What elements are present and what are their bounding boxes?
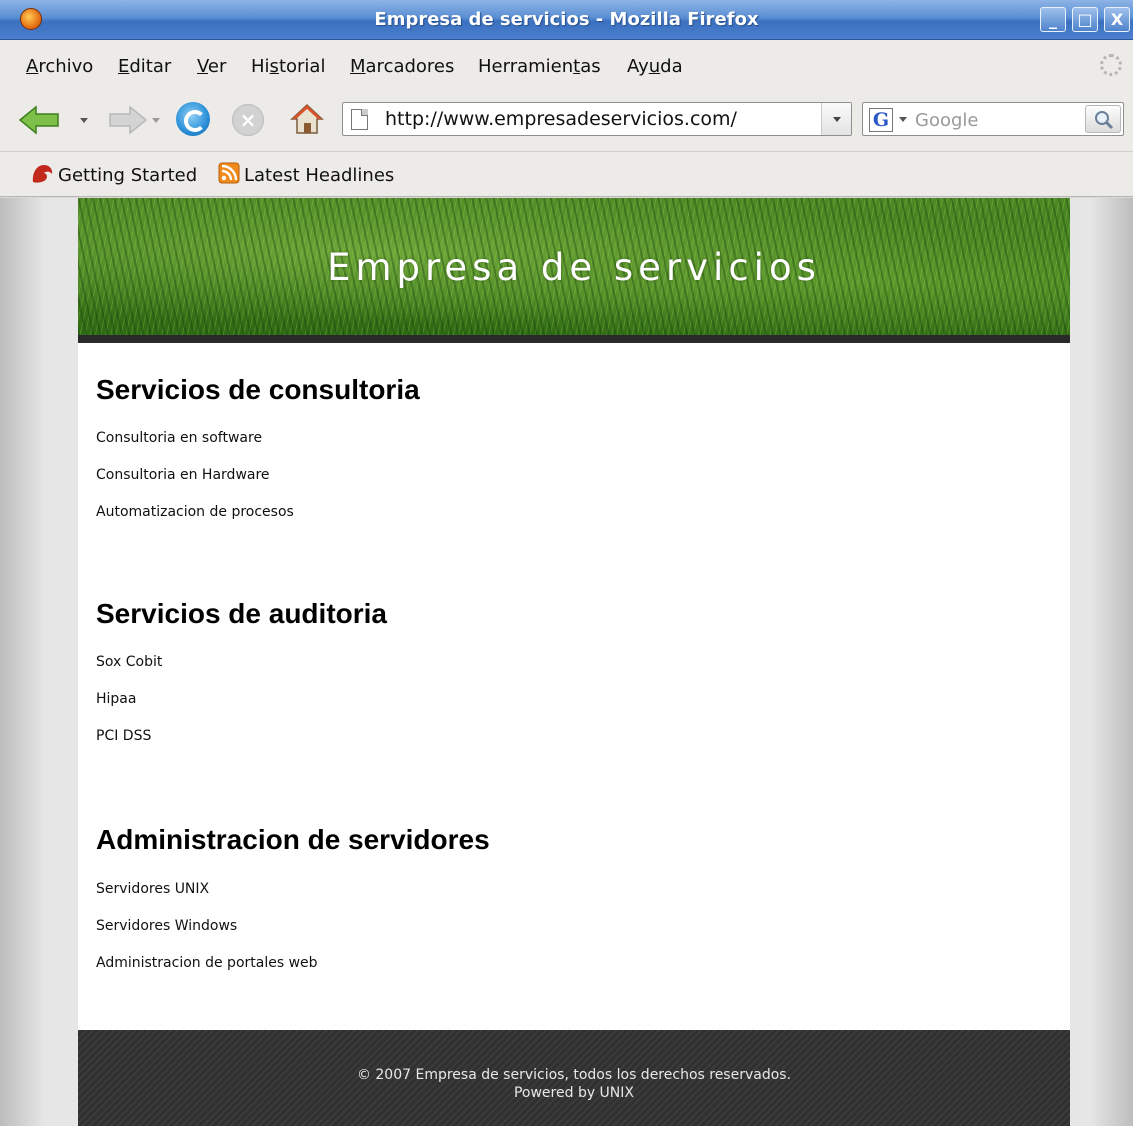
firefox-bookmark-icon [32,165,53,183]
service-item[interactable]: Servidores UNIX [96,881,209,897]
activity-throbber-icon [1100,54,1122,76]
menu-label: torial [278,56,326,77]
footer-powered-by: Powered by UNIX [513,1085,635,1101]
service-item[interactable]: Hipaa [96,691,136,707]
menu-label: Hi [251,56,270,77]
menu-label: as [580,56,601,77]
web-page: Empresa de servicios Servicios de consul… [78,198,1070,1126]
menu-accel: s [269,56,279,77]
engine-dropdown-icon[interactable] [899,117,907,122]
menu-marcadores[interactable]: Marcadores [350,56,454,77]
google-icon[interactable]: G [869,108,893,132]
bookmark-label: Getting Started [58,165,198,186]
search-bar[interactable]: G [862,102,1124,136]
menu-label: arcadores [365,56,455,77]
menu-archivo[interactable]: Archivo [26,56,93,77]
site-footer: © 2007 Empresa de servicios, todos los d… [78,1030,1070,1126]
url-bar[interactable]: http://www.empresadeservicios.com/ [342,102,852,136]
site-title: Empresa de servicios [327,246,821,289]
window-title: Empresa de servicios - Mozilla Firefox [374,9,759,30]
minimize-button[interactable]: _ [1040,7,1066,32]
service-item[interactable]: Consultoria en Hardware [96,467,270,483]
url-history-dropdown[interactable] [821,103,851,135]
service-item[interactable]: Automatizacion de procesos [96,504,294,520]
service-item[interactable]: PCI DSS [96,728,151,744]
reload-icon[interactable] [176,102,210,136]
section-heading: Administracion de servidores [96,824,490,855]
search-input[interactable] [915,108,1075,132]
menu-label: ditar [129,56,172,77]
forward-history-dropdown[interactable] [152,118,160,123]
service-item[interactable]: Consultoria en software [96,430,262,446]
close-button[interactable]: X [1104,7,1130,32]
section-auditoria: Servicios de auditoria Sox Cobit Hipaa P… [96,598,387,744]
menu-accel: M [350,56,366,77]
url-text[interactable]: http://www.empresadeservicios.com/ [385,108,737,130]
bookmark-latest-headlines[interactable]: Latest Headlines [218,162,394,186]
page-icon [351,109,368,130]
menu-accel: V [197,56,208,77]
menu-label: Herramien [478,56,574,77]
site-header-banner: Empresa de servicios [78,198,1070,343]
service-item[interactable]: Administracion de portales web [96,955,318,971]
section-servidores: Administracion de servidores Servidores … [96,824,490,971]
menu-label: da [660,56,683,77]
magnifier-icon [1095,111,1114,130]
menu-bar: Archivo Editar Ver Historial Marcadores … [0,40,1133,87]
menu-ver[interactable]: Ver [197,56,226,77]
search-button[interactable] [1085,105,1121,133]
menu-accel: E [118,56,130,77]
menu-accel: A [26,56,39,77]
bookmark-label: Latest Headlines [244,165,395,186]
footer-copyright: © 2007 Empresa de servicios, todos los d… [356,1067,792,1083]
menu-ayuda[interactable]: Ayuda [627,56,683,77]
back-history-dropdown[interactable] [80,118,88,123]
window-titlebar: Empresa de servicios - Mozilla Firefox _… [0,0,1133,40]
forward-arrow-icon[interactable] [108,105,148,135]
menu-historial[interactable]: Historial [251,56,325,77]
chevron-down-icon [833,117,841,122]
menu-label: Ay [627,56,649,77]
section-heading: Servicios de consultoria [96,374,420,405]
section-heading: Servicios de auditoria [96,598,387,629]
stop-icon[interactable]: × [232,104,264,136]
menu-herramientas[interactable]: Herramientas [478,56,601,77]
menu-label: rchivo [38,56,94,77]
home-icon[interactable] [290,102,324,136]
rss-feed-icon [218,162,240,184]
menu-editar[interactable]: Editar [118,56,171,77]
section-consultoria: Servicios de consultoria Consultoria en … [96,374,420,520]
back-arrow-icon[interactable] [18,105,60,135]
maximize-button[interactable]: □ [1072,7,1098,32]
service-item[interactable]: Sox Cobit [96,654,162,670]
bookmark-getting-started[interactable]: Getting Started [30,162,197,186]
menu-accel: u [648,56,661,77]
menu-label: er [207,56,227,77]
service-item[interactable]: Servidores Windows [96,918,237,934]
